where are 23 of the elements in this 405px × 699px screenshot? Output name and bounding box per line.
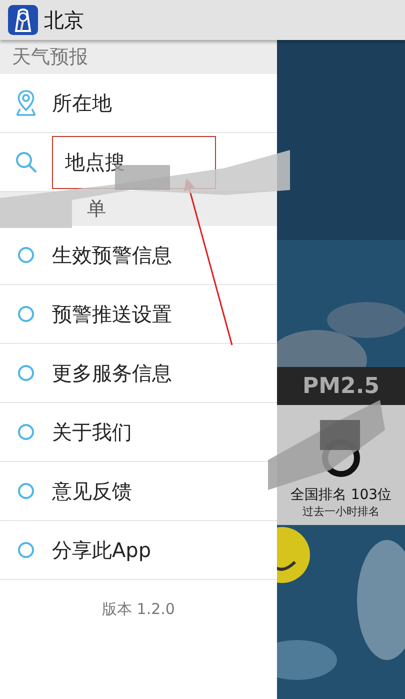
circle-icon — [17, 305, 35, 323]
circle-icon — [17, 482, 35, 500]
menu-item-label: 分享此App — [52, 536, 152, 564]
app-icon[interactable] — [8, 5, 38, 35]
version-text: 版本 1.2.0 — [101, 600, 176, 619]
search-icon — [14, 150, 38, 174]
section-header: 单 — [86, 197, 106, 222]
window-title: 北京 — [44, 6, 84, 34]
circle-icon — [17, 246, 35, 264]
menu-item-label: 所在地 — [52, 90, 112, 116]
menu-item-label: 意见反馈 — [52, 478, 132, 504]
rank-note: 过去一小时排名 — [302, 504, 380, 519]
menu-item-label: 生效预警信息 — [52, 242, 172, 268]
circle-icon — [17, 423, 35, 441]
section-header: 天气预报 — [12, 45, 88, 70]
menu-item-label: 预警推送设置 — [52, 300, 172, 328]
menu-item-label: 关于我们 — [52, 418, 132, 446]
circle-icon — [17, 541, 35, 559]
circle-icon — [17, 364, 35, 382]
location-pin-icon — [15, 89, 37, 117]
menu-item-label: 更多服务信息 — [52, 360, 172, 386]
pm-title: PM2.5 — [277, 367, 405, 405]
rank-text: 全国排名 103位 — [290, 486, 392, 504]
